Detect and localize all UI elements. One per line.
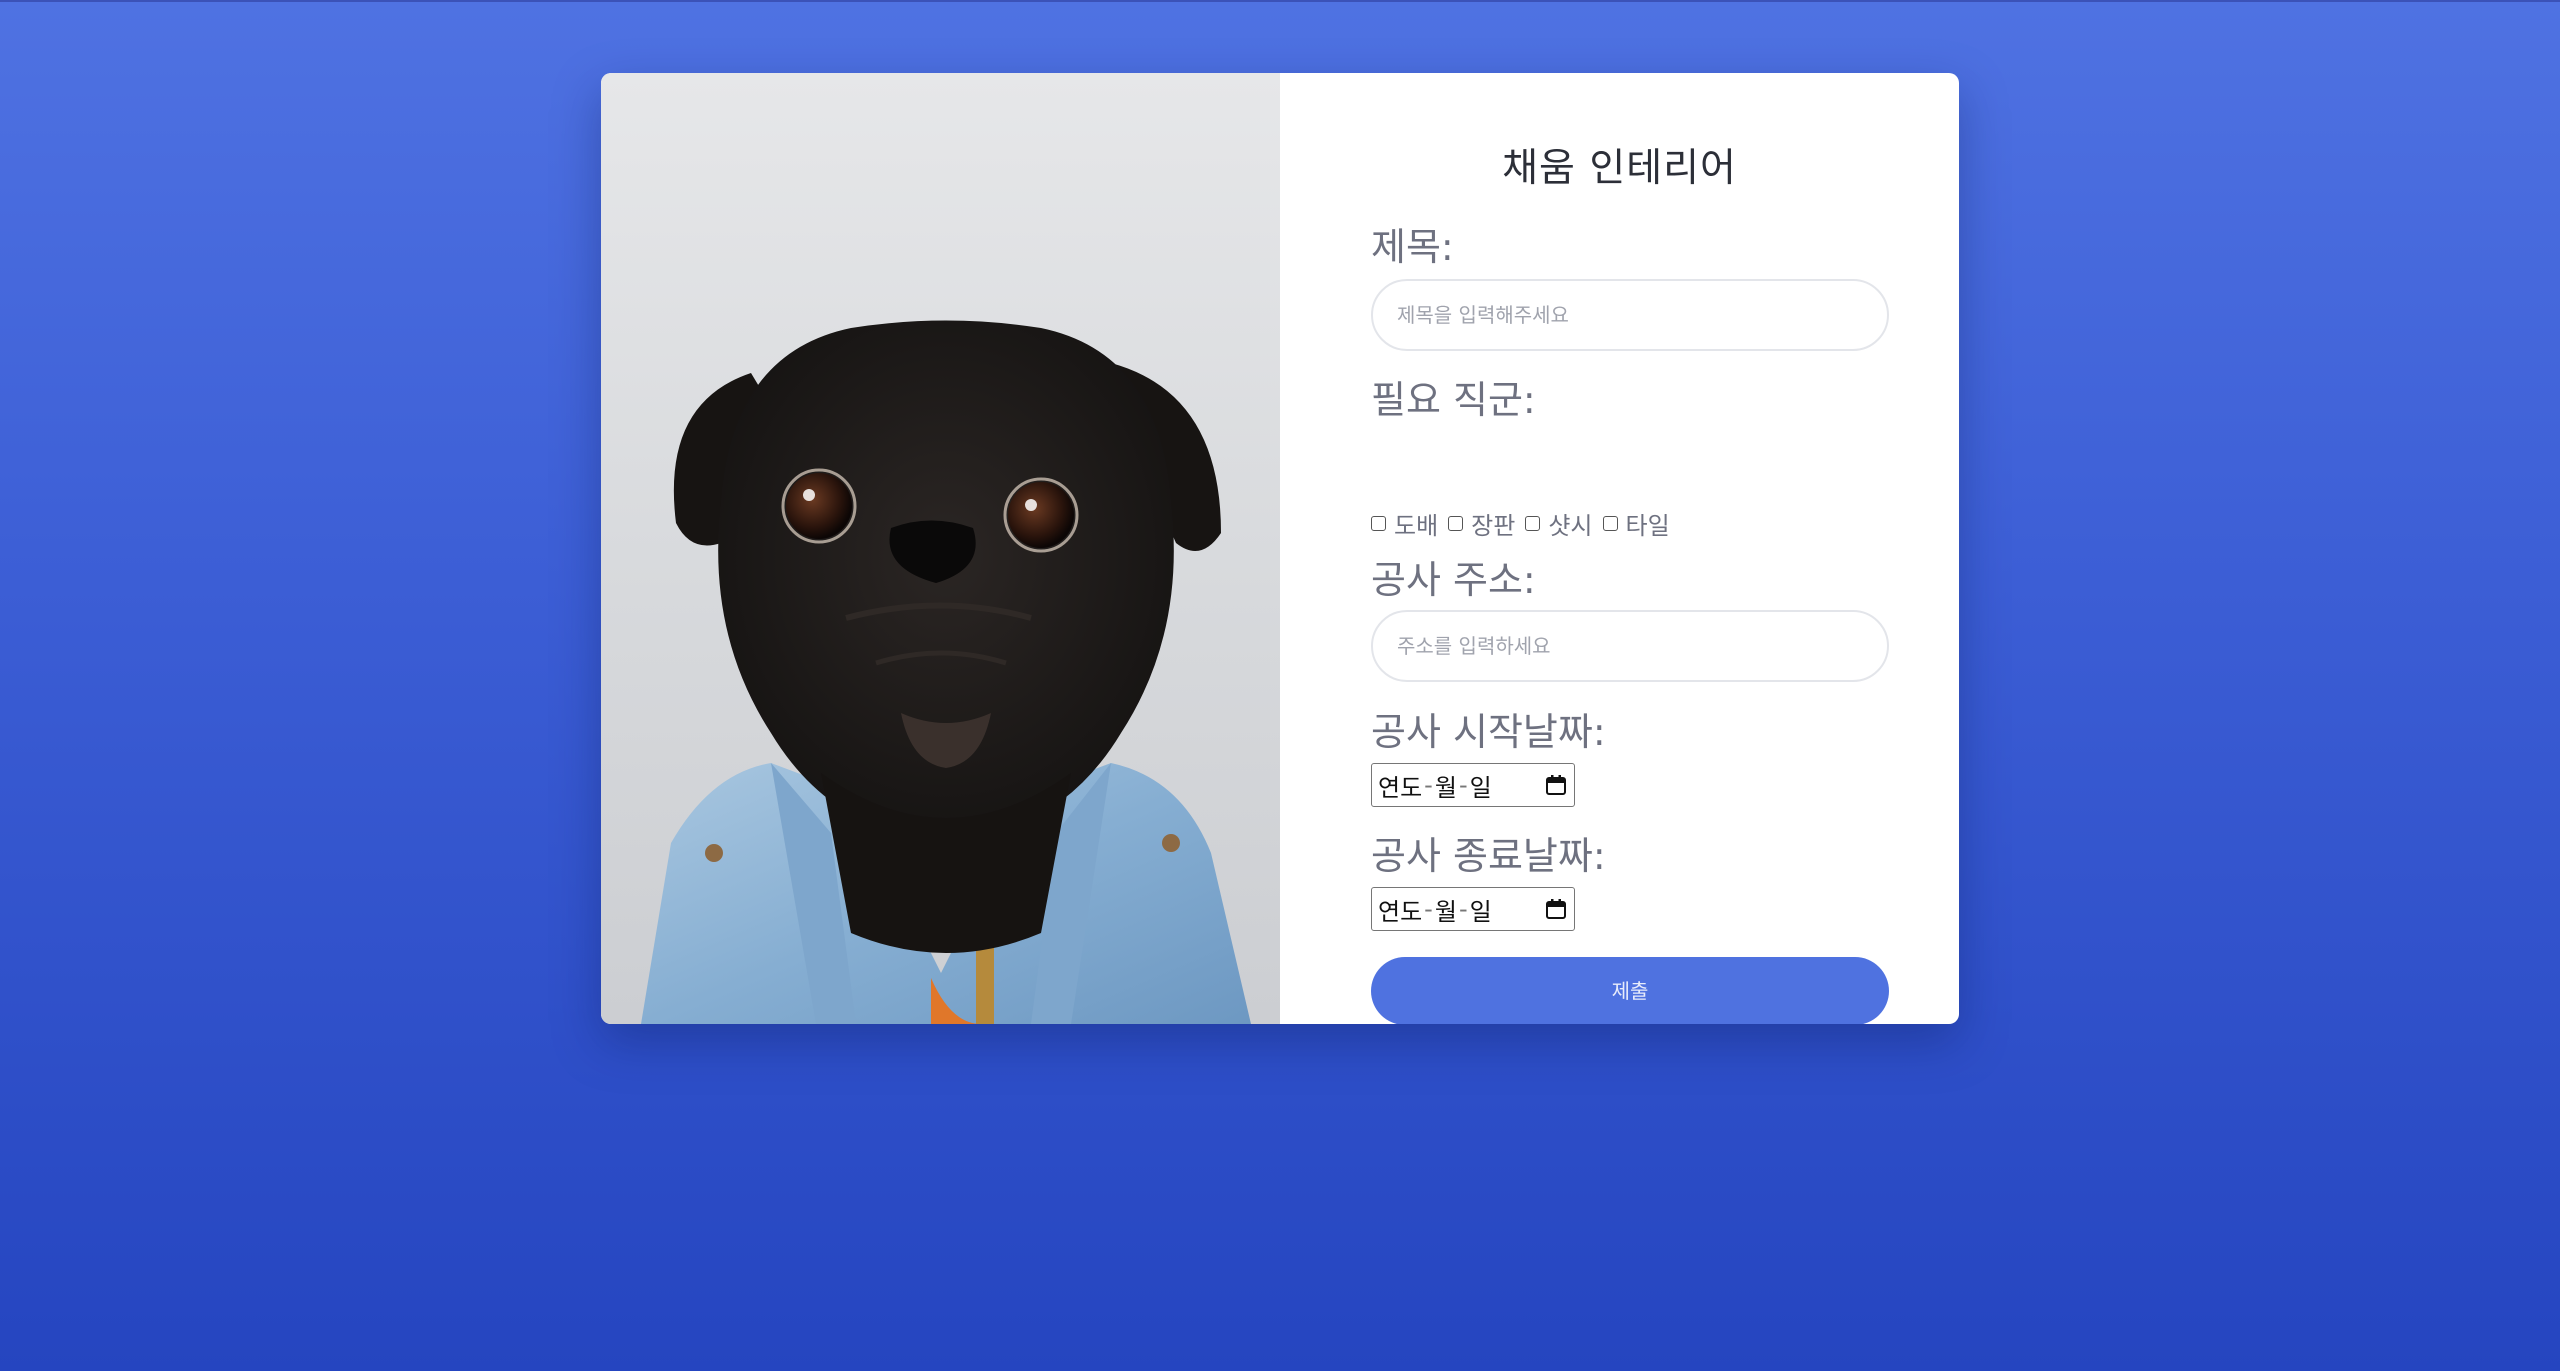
subject-input[interactable]: [1371, 279, 1889, 351]
top-border: [0, 0, 2560, 2]
tile-label: 타일: [1625, 511, 1670, 540]
date-separator: -: [1458, 771, 1468, 799]
role-option-tile[interactable]: 타일: [1602, 506, 1670, 541]
roles-checkbox-group: 도배 장판 샷시 타일: [1371, 503, 1680, 543]
sash-label: 샷시: [1548, 511, 1593, 540]
date-separator: -: [1458, 895, 1468, 923]
end-day-segment[interactable]: 일: [1470, 892, 1492, 927]
calendar-icon[interactable]: [1545, 774, 1567, 796]
calendar-icon[interactable]: [1545, 898, 1567, 920]
role-option-sash[interactable]: 샷시: [1525, 506, 1593, 541]
address-label: 공사 주소:: [1371, 558, 1536, 602]
sash-checkbox[interactable]: [1525, 515, 1541, 531]
wallpaper-label: 도배: [1394, 511, 1439, 540]
request-form: 채움 인테리어 제목: 필요 직군: 도배 장판 샷시 타일 공사 주소:: [1280, 73, 1959, 1024]
signup-card: 채움 인테리어 제목: 필요 직군: 도배 장판 샷시 타일 공사 주소:: [601, 73, 1959, 1024]
date-separator: -: [1424, 771, 1433, 799]
end-date-label: 공사 종료날짜:: [1371, 834, 1606, 878]
end-date-input[interactable]: 연도 - 월 - 일: [1371, 887, 1575, 931]
flooring-checkbox[interactable]: [1448, 515, 1464, 531]
tile-checkbox[interactable]: [1602, 515, 1618, 531]
start-year-segment[interactable]: 연도: [1378, 768, 1422, 803]
start-day-segment[interactable]: 일: [1470, 768, 1492, 803]
role-option-flooring[interactable]: 장판: [1448, 506, 1515, 541]
start-date-label: 공사 시작날짜:: [1371, 710, 1606, 754]
roles-label: 필요 직군:: [1371, 378, 1536, 422]
end-month-segment[interactable]: 월: [1435, 892, 1457, 927]
pug-illustration: [641, 320, 1251, 1024]
form-title: 채움 인테리어: [1502, 146, 1737, 191]
date-separator: -: [1424, 895, 1433, 923]
submit-button[interactable]: 제출: [1371, 957, 1889, 1024]
end-year-segment[interactable]: 연도: [1378, 892, 1422, 927]
address-input[interactable]: [1371, 610, 1889, 682]
start-date-input[interactable]: 연도 - 월 - 일: [1371, 763, 1575, 807]
start-month-segment[interactable]: 월: [1435, 768, 1457, 803]
pug-photo: [601, 73, 1280, 1024]
wallpaper-checkbox[interactable]: [1371, 515, 1386, 531]
subject-label: 제목:: [1371, 225, 1454, 269]
role-option-wallpaper[interactable]: 도배: [1371, 506, 1438, 541]
flooring-label: 장판: [1471, 511, 1516, 540]
